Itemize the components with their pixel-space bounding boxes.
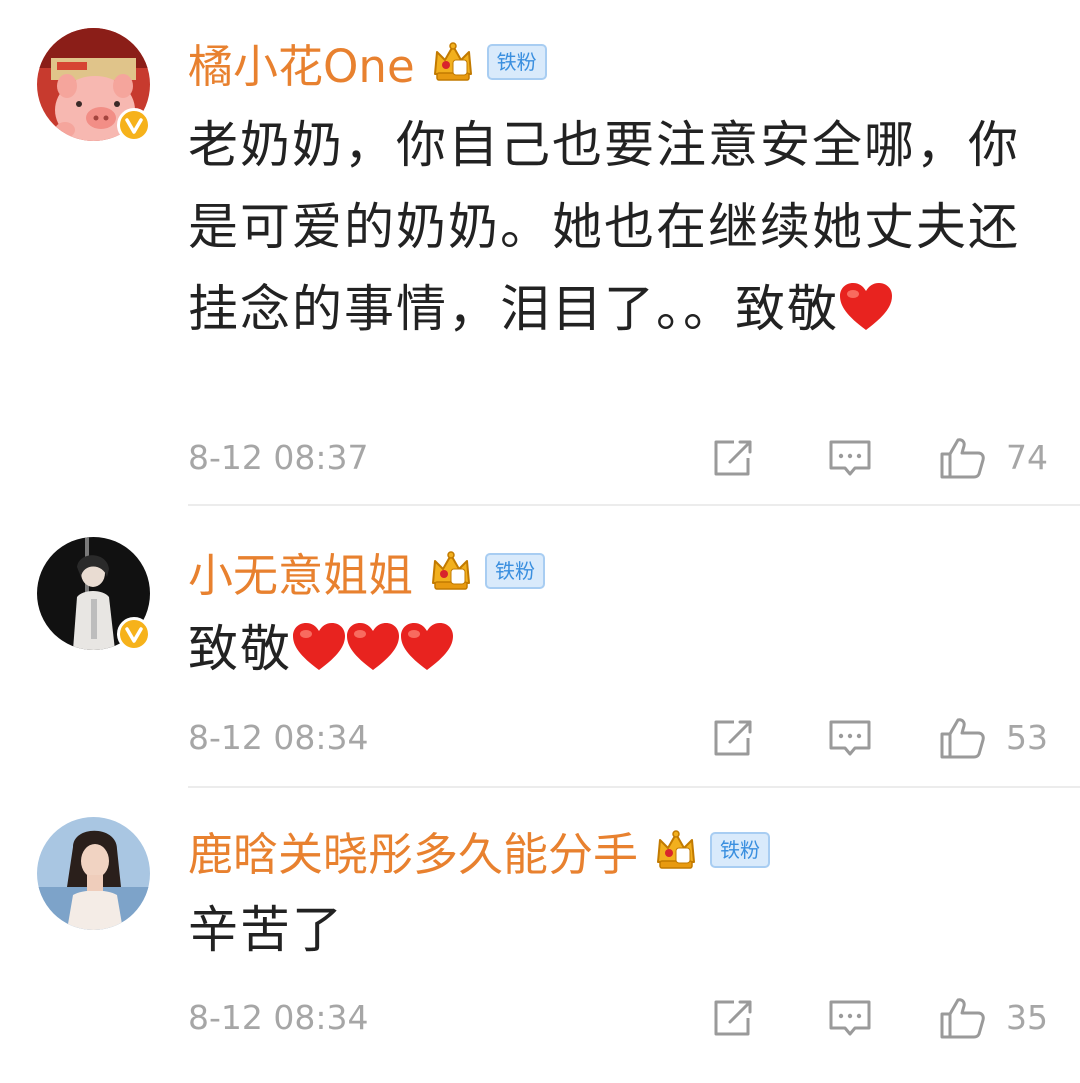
username[interactable]: 鹿晗关晓彤多久能分手 xyxy=(188,818,638,883)
red-heart-emoji xyxy=(346,622,400,672)
divider xyxy=(188,504,1080,506)
comment-text-body: 致敬 xyxy=(188,620,292,678)
red-heart-emoji xyxy=(400,622,454,672)
verified-badge-icon xyxy=(117,108,151,142)
comment-meta: 8-12 08:34 53 xyxy=(188,716,1048,760)
crown-icon xyxy=(429,549,473,593)
fan-badge: 铁粉 xyxy=(710,832,771,868)
username[interactable]: 小无意姐姐 xyxy=(188,539,413,604)
red-heart-emoji xyxy=(292,622,346,672)
comment-icon[interactable] xyxy=(828,998,872,1038)
fan-badge: 铁粉 xyxy=(486,44,547,80)
thumbs-up-icon xyxy=(938,996,986,1040)
fan-badge: 铁粉 xyxy=(485,553,546,589)
crown-icon xyxy=(654,828,698,872)
comment-text-body: 辛苦了 xyxy=(188,901,344,959)
comment-icon[interactable] xyxy=(828,718,872,758)
timestamp: 8-12 08:37 xyxy=(188,438,369,477)
share-icon[interactable] xyxy=(712,718,756,758)
like-button[interactable]: 74 xyxy=(938,436,1048,480)
like-count: 53 xyxy=(1006,718,1048,757)
like-count: 35 xyxy=(1006,998,1048,1037)
comment-header: 小无意姐姐 铁粉 xyxy=(188,536,546,606)
crown-icon xyxy=(431,40,475,84)
comment-text: 辛苦了 xyxy=(188,889,1028,971)
divider xyxy=(188,786,1080,788)
avatar[interactable] xyxy=(37,537,151,651)
avatar[interactable] xyxy=(37,28,151,142)
comment-meta: 8-12 08:37 74 xyxy=(188,436,1048,480)
comment-text: 致敬 xyxy=(188,608,1028,690)
thumbs-up-icon xyxy=(938,716,986,760)
comment-header: 橘小花One 铁粉 xyxy=(188,27,547,97)
username[interactable]: 橘小花One xyxy=(188,30,415,95)
timestamp: 8-12 08:34 xyxy=(188,718,369,757)
like-button[interactable]: 35 xyxy=(938,996,1048,1040)
avatar[interactable] xyxy=(37,817,150,930)
thumbs-up-icon xyxy=(938,436,986,480)
share-icon[interactable] xyxy=(712,438,756,478)
like-button[interactable]: 53 xyxy=(938,716,1048,760)
share-icon[interactable] xyxy=(712,998,756,1038)
verified-badge-icon xyxy=(117,617,151,651)
timestamp: 8-12 08:34 xyxy=(188,998,369,1037)
red-heart-emoji xyxy=(839,282,893,332)
comment-header: 鹿晗关晓彤多久能分手 铁粉 xyxy=(188,815,771,885)
comment-text: 老奶奶，你自己也要注意安全哪，你是可爱的奶奶。她也在继续她丈夫还挂念的事情，泪目… xyxy=(188,104,1028,350)
comment-meta: 8-12 08:34 35 xyxy=(188,996,1048,1040)
comment-text-body: 老奶奶，你自己也要注意安全哪，你是可爱的奶奶。她也在继续她丈夫还挂念的事情，泪目… xyxy=(188,116,1020,338)
like-count: 74 xyxy=(1006,438,1048,477)
comment-icon[interactable] xyxy=(828,438,872,478)
